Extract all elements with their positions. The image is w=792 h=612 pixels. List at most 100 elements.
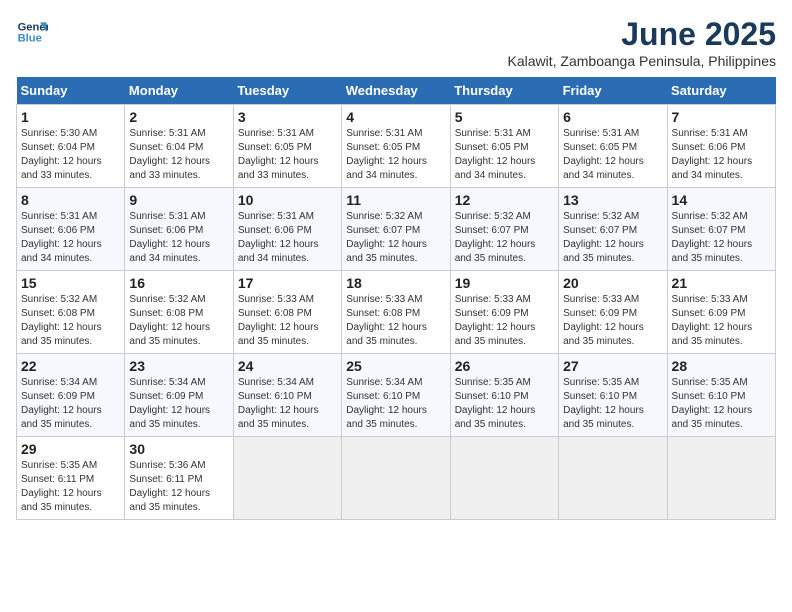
day-number: 2	[129, 109, 228, 125]
day-number: 9	[129, 192, 228, 208]
day-info: Sunrise: 5:34 AM Sunset: 6:10 PM Dayligh…	[346, 376, 445, 432]
day-info: Sunrise: 5:33 AM Sunset: 6:09 PM Dayligh…	[563, 293, 662, 349]
calendar-cell: 17 Sunrise: 5:33 AM Sunset: 6:08 PM Dayl…	[233, 271, 341, 354]
day-info: Sunrise: 5:32 AM Sunset: 6:08 PM Dayligh…	[21, 293, 120, 349]
calendar-cell	[342, 437, 450, 520]
calendar-cell: 5 Sunrise: 5:31 AM Sunset: 6:05 PM Dayli…	[450, 105, 558, 188]
weekday-header-monday: Monday	[125, 77, 233, 105]
calendar-table: SundayMondayTuesdayWednesdayThursdayFrid…	[16, 77, 776, 520]
day-number: 25	[346, 358, 445, 374]
calendar-cell: 30 Sunrise: 5:36 AM Sunset: 6:11 PM Dayl…	[125, 437, 233, 520]
day-number: 3	[238, 109, 337, 125]
day-info: Sunrise: 5:35 AM Sunset: 6:11 PM Dayligh…	[21, 459, 120, 515]
calendar-cell: 18 Sunrise: 5:33 AM Sunset: 6:08 PM Dayl…	[342, 271, 450, 354]
calendar-subtitle: Kalawit, Zamboanga Peninsula, Philippine…	[508, 53, 777, 69]
day-number: 30	[129, 441, 228, 457]
weekday-header-saturday: Saturday	[667, 77, 775, 105]
day-info: Sunrise: 5:32 AM Sunset: 6:07 PM Dayligh…	[563, 210, 662, 266]
weekday-header-thursday: Thursday	[450, 77, 558, 105]
calendar-cell: 26 Sunrise: 5:35 AM Sunset: 6:10 PM Dayl…	[450, 354, 558, 437]
day-info: Sunrise: 5:31 AM Sunset: 6:04 PM Dayligh…	[129, 127, 228, 183]
day-info: Sunrise: 5:35 AM Sunset: 6:10 PM Dayligh…	[563, 376, 662, 432]
calendar-cell: 10 Sunrise: 5:31 AM Sunset: 6:06 PM Dayl…	[233, 188, 341, 271]
weekday-header-row: SundayMondayTuesdayWednesdayThursdayFrid…	[17, 77, 776, 105]
day-info: Sunrise: 5:31 AM Sunset: 6:05 PM Dayligh…	[563, 127, 662, 183]
day-info: Sunrise: 5:34 AM Sunset: 6:10 PM Dayligh…	[238, 376, 337, 432]
calendar-cell	[233, 437, 341, 520]
title-area: June 2025 Kalawit, Zamboanga Peninsula, …	[508, 16, 777, 69]
calendar-cell: 15 Sunrise: 5:32 AM Sunset: 6:08 PM Dayl…	[17, 271, 125, 354]
calendar-week-row: 29 Sunrise: 5:35 AM Sunset: 6:11 PM Dayl…	[17, 437, 776, 520]
day-info: Sunrise: 5:33 AM Sunset: 6:09 PM Dayligh…	[672, 293, 771, 349]
day-number: 4	[346, 109, 445, 125]
day-info: Sunrise: 5:31 AM Sunset: 6:06 PM Dayligh…	[238, 210, 337, 266]
day-info: Sunrise: 5:31 AM Sunset: 6:06 PM Dayligh…	[21, 210, 120, 266]
calendar-cell: 28 Sunrise: 5:35 AM Sunset: 6:10 PM Dayl…	[667, 354, 775, 437]
weekday-header-sunday: Sunday	[17, 77, 125, 105]
day-number: 13	[563, 192, 662, 208]
calendar-cell: 21 Sunrise: 5:33 AM Sunset: 6:09 PM Dayl…	[667, 271, 775, 354]
calendar-cell: 1 Sunrise: 5:30 AM Sunset: 6:04 PM Dayli…	[17, 105, 125, 188]
calendar-week-row: 1 Sunrise: 5:30 AM Sunset: 6:04 PM Dayli…	[17, 105, 776, 188]
day-info: Sunrise: 5:34 AM Sunset: 6:09 PM Dayligh…	[21, 376, 120, 432]
day-number: 11	[346, 192, 445, 208]
day-number: 5	[455, 109, 554, 125]
weekday-header-friday: Friday	[559, 77, 667, 105]
day-number: 19	[455, 275, 554, 291]
day-number: 17	[238, 275, 337, 291]
day-info: Sunrise: 5:31 AM Sunset: 6:05 PM Dayligh…	[238, 127, 337, 183]
day-number: 15	[21, 275, 120, 291]
calendar-week-row: 22 Sunrise: 5:34 AM Sunset: 6:09 PM Dayl…	[17, 354, 776, 437]
day-number: 22	[21, 358, 120, 374]
calendar-cell: 24 Sunrise: 5:34 AM Sunset: 6:10 PM Dayl…	[233, 354, 341, 437]
calendar-cell: 11 Sunrise: 5:32 AM Sunset: 6:07 PM Dayl…	[342, 188, 450, 271]
day-number: 10	[238, 192, 337, 208]
logo-icon: General Blue	[16, 16, 48, 48]
calendar-cell: 29 Sunrise: 5:35 AM Sunset: 6:11 PM Dayl…	[17, 437, 125, 520]
day-number: 24	[238, 358, 337, 374]
weekday-header-wednesday: Wednesday	[342, 77, 450, 105]
calendar-cell	[667, 437, 775, 520]
calendar-cell: 7 Sunrise: 5:31 AM Sunset: 6:06 PM Dayli…	[667, 105, 775, 188]
calendar-cell: 23 Sunrise: 5:34 AM Sunset: 6:09 PM Dayl…	[125, 354, 233, 437]
calendar-cell	[450, 437, 558, 520]
day-info: Sunrise: 5:33 AM Sunset: 6:08 PM Dayligh…	[346, 293, 445, 349]
calendar-cell: 25 Sunrise: 5:34 AM Sunset: 6:10 PM Dayl…	[342, 354, 450, 437]
calendar-cell	[559, 437, 667, 520]
calendar-cell: 8 Sunrise: 5:31 AM Sunset: 6:06 PM Dayli…	[17, 188, 125, 271]
day-number: 18	[346, 275, 445, 291]
day-number: 21	[672, 275, 771, 291]
day-number: 29	[21, 441, 120, 457]
calendar-cell: 2 Sunrise: 5:31 AM Sunset: 6:04 PM Dayli…	[125, 105, 233, 188]
calendar-title: June 2025	[508, 16, 777, 53]
calendar-cell: 27 Sunrise: 5:35 AM Sunset: 6:10 PM Dayl…	[559, 354, 667, 437]
day-number: 16	[129, 275, 228, 291]
calendar-cell: 20 Sunrise: 5:33 AM Sunset: 6:09 PM Dayl…	[559, 271, 667, 354]
day-number: 27	[563, 358, 662, 374]
day-info: Sunrise: 5:30 AM Sunset: 6:04 PM Dayligh…	[21, 127, 120, 183]
calendar-cell: 3 Sunrise: 5:31 AM Sunset: 6:05 PM Dayli…	[233, 105, 341, 188]
day-info: Sunrise: 5:32 AM Sunset: 6:07 PM Dayligh…	[672, 210, 771, 266]
day-info: Sunrise: 5:31 AM Sunset: 6:05 PM Dayligh…	[455, 127, 554, 183]
day-info: Sunrise: 5:31 AM Sunset: 6:05 PM Dayligh…	[346, 127, 445, 183]
day-info: Sunrise: 5:34 AM Sunset: 6:09 PM Dayligh…	[129, 376, 228, 432]
day-info: Sunrise: 5:31 AM Sunset: 6:06 PM Dayligh…	[129, 210, 228, 266]
day-number: 28	[672, 358, 771, 374]
day-info: Sunrise: 5:35 AM Sunset: 6:10 PM Dayligh…	[455, 376, 554, 432]
day-info: Sunrise: 5:31 AM Sunset: 6:06 PM Dayligh…	[672, 127, 771, 183]
day-info: Sunrise: 5:32 AM Sunset: 6:07 PM Dayligh…	[455, 210, 554, 266]
day-number: 12	[455, 192, 554, 208]
day-number: 1	[21, 109, 120, 125]
day-number: 8	[21, 192, 120, 208]
day-number: 26	[455, 358, 554, 374]
day-info: Sunrise: 5:32 AM Sunset: 6:08 PM Dayligh…	[129, 293, 228, 349]
calendar-cell: 19 Sunrise: 5:33 AM Sunset: 6:09 PM Dayl…	[450, 271, 558, 354]
day-info: Sunrise: 5:32 AM Sunset: 6:07 PM Dayligh…	[346, 210, 445, 266]
calendar-cell: 4 Sunrise: 5:31 AM Sunset: 6:05 PM Dayli…	[342, 105, 450, 188]
day-info: Sunrise: 5:36 AM Sunset: 6:11 PM Dayligh…	[129, 459, 228, 515]
day-number: 7	[672, 109, 771, 125]
calendar-week-row: 15 Sunrise: 5:32 AM Sunset: 6:08 PM Dayl…	[17, 271, 776, 354]
day-number: 6	[563, 109, 662, 125]
svg-text:Blue: Blue	[18, 33, 42, 45]
day-info: Sunrise: 5:33 AM Sunset: 6:09 PM Dayligh…	[455, 293, 554, 349]
